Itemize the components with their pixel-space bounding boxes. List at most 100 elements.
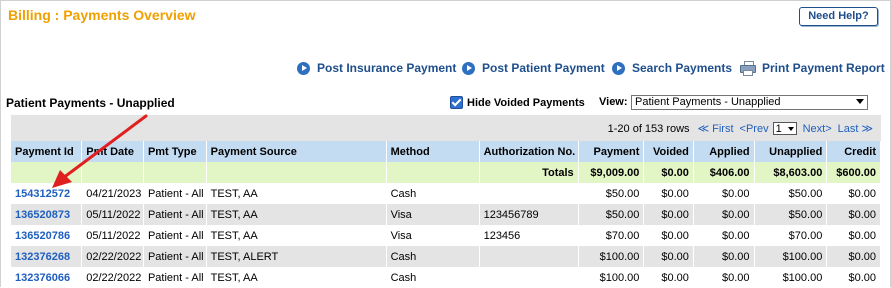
payment-id-link[interactable]: 154312572 bbox=[11, 183, 83, 204]
action-label: Print Payment Report bbox=[762, 61, 885, 75]
pmt-date: 02/22/2022 bbox=[81, 246, 144, 267]
authorization-no bbox=[479, 267, 579, 288]
payments-grid: 1-20 of 153 rows ≪ First <Prev 1 Next> L… bbox=[11, 115, 881, 288]
post-insurance-payment-link[interactable]: Post Insurance Payment bbox=[297, 61, 456, 75]
view-label: View: bbox=[599, 96, 628, 108]
last-page-link[interactable]: Last ≫ bbox=[838, 122, 873, 135]
authorization-no: 123456 bbox=[479, 225, 579, 246]
row-range: 1-20 of 153 rows bbox=[607, 122, 690, 135]
authorization-no: 123456789 bbox=[479, 204, 579, 225]
applied: $0.00 bbox=[693, 267, 755, 288]
column-header[interactable]: Method bbox=[386, 141, 480, 162]
column-header[interactable]: Authorization No. bbox=[479, 141, 579, 162]
pmt-type: Patient - All bbox=[143, 246, 207, 267]
payment-source: TEST, AA bbox=[206, 183, 387, 204]
method: Cash bbox=[386, 246, 480, 267]
payment-source: TEST, AA bbox=[206, 267, 387, 288]
page-select-value: 1 bbox=[775, 123, 782, 135]
view-select[interactable]: Patient Payments - Unapplied bbox=[631, 95, 868, 110]
table-row[interactable]: 136520873 05/11/2022 Patient - All TEST,… bbox=[11, 204, 881, 225]
applied: $0.00 bbox=[693, 225, 755, 246]
method: Visa bbox=[386, 225, 480, 246]
voided: $0.00 bbox=[643, 225, 694, 246]
hide-voided-label: Hide Voided Payments bbox=[467, 96, 585, 109]
total-applied: $406.00 bbox=[693, 162, 755, 183]
payment-id-link[interactable]: 136520873 bbox=[11, 204, 83, 225]
pmt-date: 04/21/2023 bbox=[81, 183, 144, 204]
column-header[interactable]: Pmt Date bbox=[81, 141, 144, 162]
header-row: Payment Id Pmt Date Pmt Type Payment Sou… bbox=[11, 141, 881, 162]
action-label: Search Payments bbox=[632, 61, 733, 75]
payment-source: TEST, AA bbox=[206, 225, 387, 246]
table-row[interactable]: 136520786 05/11/2022 Patient - All TEST,… bbox=[11, 225, 881, 246]
method: Cash bbox=[386, 183, 480, 204]
column-header[interactable]: Credit bbox=[826, 141, 881, 162]
pmt-date: 02/22/2022 bbox=[81, 267, 144, 288]
totals-label: Totals bbox=[479, 162, 579, 183]
hide-voided-checkbox[interactable] bbox=[450, 96, 463, 109]
arrow-circle-icon bbox=[297, 61, 310, 75]
table-row[interactable]: 154312572 04/21/2023 Patient - All TEST,… bbox=[11, 183, 881, 204]
arrow-circle-icon bbox=[462, 61, 475, 75]
column-header[interactable]: Payment Id bbox=[11, 141, 83, 162]
page-title: Billing : Payments Overview bbox=[8, 7, 196, 23]
total-voided: $0.00 bbox=[643, 162, 694, 183]
payment-id-link[interactable]: 132376066 bbox=[11, 267, 83, 288]
method: Visa bbox=[386, 204, 480, 225]
column-header[interactable]: Pmt Type bbox=[143, 141, 207, 162]
action-bar: Post Insurance Payment Post Patient Paym… bbox=[0, 61, 891, 79]
chevron-down-icon bbox=[787, 127, 794, 131]
credit: $0.00 bbox=[826, 246, 881, 267]
payments-table: Payment Id Pmt Date Pmt Type Payment Sou… bbox=[11, 141, 881, 288]
print-payment-report-link[interactable]: Print Payment Report bbox=[740, 61, 885, 76]
table-row[interactable]: 132376066 02/22/2022 Patient - All TEST,… bbox=[11, 267, 881, 288]
payment-source: TEST, AA bbox=[206, 204, 387, 225]
applied: $0.00 bbox=[693, 246, 755, 267]
payment: $70.00 bbox=[578, 225, 645, 246]
credit: $0.00 bbox=[826, 204, 881, 225]
totals-row: Totals $9,009.00 $0.00 $406.00 $8,603.00… bbox=[11, 162, 881, 183]
unapplied: $100.00 bbox=[754, 246, 828, 267]
payment: $50.00 bbox=[578, 204, 645, 225]
column-header[interactable]: Payment bbox=[578, 141, 645, 162]
printer-icon bbox=[740, 61, 756, 76]
payment: $50.00 bbox=[578, 183, 645, 204]
next-page-link[interactable]: Next> bbox=[803, 123, 832, 135]
arrow-circle-icon bbox=[612, 61, 625, 75]
action-label: Post Patient Payment bbox=[482, 61, 605, 75]
pmt-type: Patient - All bbox=[143, 204, 207, 225]
pmt-date: 05/11/2022 bbox=[81, 225, 144, 246]
credit: $0.00 bbox=[826, 183, 881, 204]
voided: $0.00 bbox=[643, 267, 694, 288]
unapplied: $70.00 bbox=[754, 225, 828, 246]
need-help-button[interactable]: Need Help? bbox=[799, 7, 878, 26]
hide-voided-toggle[interactable]: Hide Voided Payments bbox=[450, 96, 585, 109]
credit: $0.00 bbox=[826, 225, 881, 246]
total-credit: $600.00 bbox=[826, 162, 881, 183]
payment-id-link[interactable]: 132376268 bbox=[11, 246, 83, 267]
column-header[interactable]: Payment Source bbox=[206, 141, 387, 162]
table-row[interactable]: 132376268 02/22/2022 Patient - All TEST,… bbox=[11, 246, 881, 267]
post-patient-payment-link[interactable]: Post Patient Payment bbox=[462, 61, 605, 75]
payment-id-link[interactable]: 136520786 bbox=[11, 225, 83, 246]
applied: $0.00 bbox=[693, 204, 755, 225]
authorization-no bbox=[479, 183, 579, 204]
total-unapplied: $8,603.00 bbox=[754, 162, 828, 183]
search-payments-link[interactable]: Search Payments bbox=[612, 61, 732, 75]
column-header[interactable]: Voided bbox=[643, 141, 694, 162]
prev-page-link[interactable]: <Prev bbox=[740, 123, 769, 135]
payment: $100.00 bbox=[578, 267, 645, 288]
unapplied: $100.00 bbox=[754, 267, 828, 288]
pmt-type: Patient - All bbox=[143, 225, 207, 246]
payment-source: TEST, ALERT bbox=[206, 246, 387, 267]
total-payment: $9,009.00 bbox=[578, 162, 645, 183]
voided: $0.00 bbox=[643, 204, 694, 225]
voided: $0.00 bbox=[643, 246, 694, 267]
column-header[interactable]: Unapplied bbox=[754, 141, 828, 162]
page-select[interactable]: 1 bbox=[772, 122, 797, 135]
view-select-value: Patient Payments - Unapplied bbox=[635, 96, 781, 108]
column-header[interactable]: Applied bbox=[693, 141, 755, 162]
pager: 1-20 of 153 rows ≪ First <Prev 1 Next> L… bbox=[608, 122, 873, 135]
first-page-link[interactable]: ≪ First bbox=[698, 122, 734, 135]
section-title: Patient Payments - Unapplied bbox=[6, 96, 175, 110]
